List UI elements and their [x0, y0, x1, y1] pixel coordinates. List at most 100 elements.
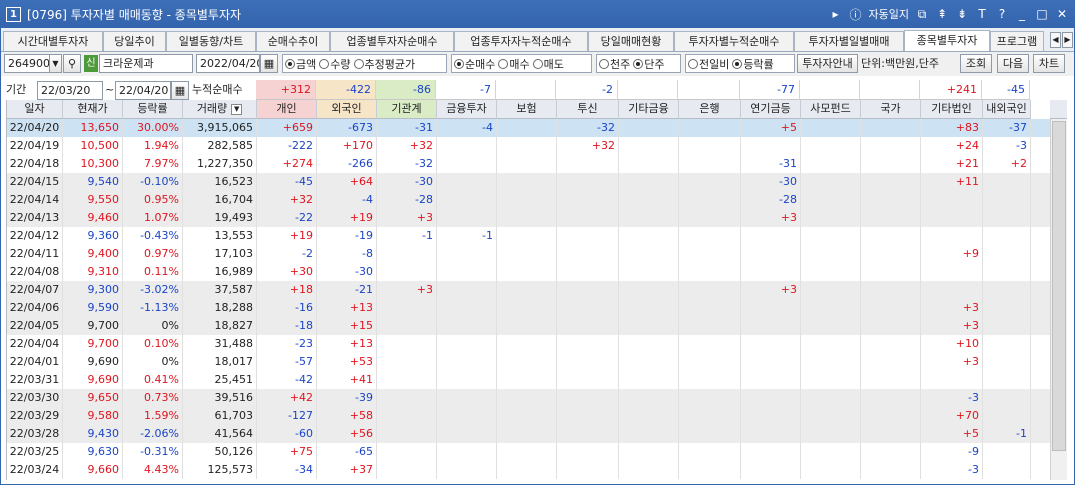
- table-row[interactable]: 22/04/13 9,460 1.07% 19,493 -22 +19 +3 +3: [7, 209, 1050, 227]
- radio-buy[interactable]: 매수: [498, 56, 530, 72]
- new-window-icon[interactable]: ⧉: [915, 7, 929, 22]
- play-icon[interactable]: ▸: [829, 7, 843, 21]
- table-row[interactable]: 22/04/20 13,650 30.00% 3,915,065 +659 -673 -31…: [7, 119, 1050, 137]
- info-icon[interactable]: ⓘ: [849, 6, 863, 23]
- header-state[interactable]: 국가: [861, 100, 921, 119]
- cell-financial-invest: [437, 353, 497, 371]
- table-row[interactable]: 22/04/04 9,700 0.10% 31,488 -23 +13 +10: [7, 335, 1050, 353]
- radio-quantity[interactable]: 수량: [319, 56, 351, 72]
- cell-other-corp: +10: [921, 335, 983, 353]
- table-row[interactable]: 22/04/18 10,300 7.97% 1,227,350 +274 -266 -32 -…: [7, 155, 1050, 173]
- header-date[interactable]: 일자: [7, 100, 63, 119]
- table-row[interactable]: 22/04/06 9,590 -1.13% 18,288 -16 +13 +3: [7, 299, 1050, 317]
- cell-other-corp: +70: [921, 407, 983, 425]
- cell-state: [861, 317, 921, 335]
- table-row[interactable]: 22/04/11 9,400 0.97% 17,103 -2 -8 +9: [7, 245, 1050, 263]
- header-institution[interactable]: 기관계: [377, 100, 437, 119]
- period-calendar-icon[interactable]: ▦: [171, 81, 189, 100]
- scrollbar-thumb[interactable]: [1052, 121, 1066, 451]
- table-row[interactable]: 22/04/07 9,300 -3.02% 37,587 +18 -21 +3 +3: [7, 281, 1050, 299]
- period-end-input[interactable]: 22/04/20: [115, 81, 171, 100]
- radio-net-buy[interactable]: 순매수: [454, 56, 495, 72]
- tab-sector-cumulative[interactable]: 업종투자자누적순매수: [454, 31, 588, 51]
- table-row[interactable]: 22/04/01 9,690 0% 18,017 -57 +53 +3: [7, 353, 1050, 371]
- move-top-icon[interactable]: ⇞: [935, 7, 949, 21]
- radio-sell[interactable]: 매도: [532, 56, 564, 72]
- auto-log-button[interactable]: 자동일지: [869, 6, 909, 22]
- header-price[interactable]: 현재가: [63, 100, 123, 119]
- cell-pension: -30: [741, 173, 801, 191]
- table-row[interactable]: 22/04/05 9,700 0% 18,827 -18 +15 +3: [7, 317, 1050, 335]
- table-row[interactable]: 22/03/28 9,430 -2.06% 41,564 -60 +56 +5 -1: [7, 425, 1050, 443]
- table-row[interactable]: 22/03/31 9,690 0.41% 25,451 -42 +41: [7, 371, 1050, 389]
- search-icon[interactable]: ⚲: [63, 54, 81, 73]
- header-volume[interactable]: 거래량 ▼: [183, 100, 257, 119]
- table-row[interactable]: 22/03/25 9,630 -0.31% 50,126 +75 -65 -9: [7, 443, 1050, 461]
- radio-change-rate[interactable]: 등락률: [732, 56, 774, 72]
- cell-price: 13,650: [63, 119, 123, 137]
- header-bank[interactable]: 은행: [679, 100, 741, 119]
- radio-single-shares[interactable]: 단주: [633, 56, 665, 72]
- header-change-rate[interactable]: 등락률: [123, 100, 183, 119]
- stock-name-field[interactable]: 크라운제과: [99, 54, 193, 73]
- table-row[interactable]: 22/04/12 9,360 -0.43% 13,553 +19 -19 -1 -1: [7, 227, 1050, 245]
- header-financial-invest[interactable]: 금융투자: [437, 100, 497, 119]
- tab-prev-icon[interactable]: ◀: [1050, 32, 1061, 48]
- cell-foreign: +13: [317, 299, 377, 317]
- code-dropdown-icon[interactable]: ▼: [49, 54, 62, 73]
- radio-avg-price[interactable]: 추정평균가: [353, 56, 415, 72]
- header-investment-trust[interactable]: 투신: [557, 100, 619, 119]
- investor-guide-button[interactable]: 투자자안내: [797, 54, 858, 73]
- close-icon[interactable]: ✕: [1055, 7, 1069, 21]
- stock-code-input[interactable]: 264900: [4, 54, 50, 73]
- table-row[interactable]: 22/03/24 9,660 4.43% 125,573 -34 +37 -3: [7, 461, 1050, 479]
- minimize-icon[interactable]: _: [1015, 7, 1029, 21]
- tab-program[interactable]: 프로그램: [990, 31, 1044, 51]
- calendar-icon[interactable]: ▦: [260, 54, 278, 73]
- search-button[interactable]: 조회: [960, 54, 992, 73]
- vertical-scrollbar[interactable]: [1050, 119, 1067, 480]
- tab-net-buy-trend[interactable]: 순매수추이: [256, 31, 330, 51]
- header-domestic-foreign[interactable]: 내외국인: [983, 100, 1031, 119]
- sort-dropdown-icon[interactable]: ▼: [231, 103, 243, 115]
- cell-change-rate: 0%: [123, 317, 183, 335]
- period-start-input[interactable]: 22/03/20: [37, 81, 103, 100]
- tab-stock-investor[interactable]: 종목별투자자: [904, 30, 990, 51]
- table-row[interactable]: 22/03/29 9,580 1.59% 61,703 -127 +58 +70: [7, 407, 1050, 425]
- header-pension[interactable]: 연기금등: [741, 100, 801, 119]
- help-icon[interactable]: ?: [995, 7, 1009, 21]
- investor-data-grid[interactable]: 일자 현재가 등락률 거래량 ▼ 개인 외국인 기관계 금융투자 보험 투신 기타금융 은행 연기금등 사모…: [6, 100, 1050, 480]
- cell-other-corp: +11: [921, 173, 983, 191]
- table-row[interactable]: 22/04/08 9,310 0.11% 16,989 +30 -30: [7, 263, 1050, 281]
- tab-today-status[interactable]: 당일매매현황: [588, 31, 674, 51]
- date-input[interactable]: 2022/04/20: [196, 54, 260, 73]
- table-row[interactable]: 22/04/14 9,550 0.95% 16,704 +32 -4 -28 -28: [7, 191, 1050, 209]
- tab-daily-trend[interactable]: 당일추이: [103, 31, 166, 51]
- header-other-corp[interactable]: 기타법인: [921, 100, 983, 119]
- tab-daily-chart[interactable]: 일별동향/차트: [166, 31, 256, 51]
- chart-button[interactable]: 차트: [1033, 54, 1065, 73]
- header-personal[interactable]: 개인: [257, 100, 317, 119]
- table-row[interactable]: 22/04/15 9,540 -0.10% 16,523 -45 +64 -30 -30 +11: [7, 173, 1050, 191]
- radio-amount[interactable]: 금액: [285, 56, 316, 72]
- table-row[interactable]: 22/03/30 9,650 0.73% 39,516 +42 -39 -3: [7, 389, 1050, 407]
- tab-sector-net-buy[interactable]: 업종별투자자순매수: [330, 31, 454, 51]
- tab-time-investor[interactable]: 시간대별투자자: [3, 31, 103, 51]
- cell-insurance: [497, 317, 557, 335]
- cell-domestic-foreign: [983, 335, 1031, 353]
- header-insurance[interactable]: 보험: [497, 100, 557, 119]
- table-row[interactable]: 22/04/19 10,500 1.94% 282,585 -222 +170 +32 +32…: [7, 137, 1050, 155]
- pin-icon[interactable]: ⇟: [955, 7, 969, 21]
- header-foreign[interactable]: 외국인: [317, 100, 377, 119]
- radio-thousand-shares[interactable]: 천주: [599, 56, 630, 72]
- tab-next-icon[interactable]: ▶: [1062, 32, 1073, 48]
- header-private-fund[interactable]: 사모펀드: [801, 100, 861, 119]
- radio-prev-day[interactable]: 전일비: [688, 56, 729, 72]
- next-button[interactable]: 다음: [997, 54, 1029, 73]
- cell-financial-invest: [437, 299, 497, 317]
- tab-investor-daily[interactable]: 투자자별일별매매: [794, 31, 904, 51]
- tab-investor-cumulative[interactable]: 투자자별누적순매수: [674, 31, 794, 51]
- font-icon[interactable]: T: [975, 7, 989, 21]
- header-other-finance[interactable]: 기타금융: [619, 100, 679, 119]
- maximize-icon[interactable]: □: [1035, 7, 1049, 21]
